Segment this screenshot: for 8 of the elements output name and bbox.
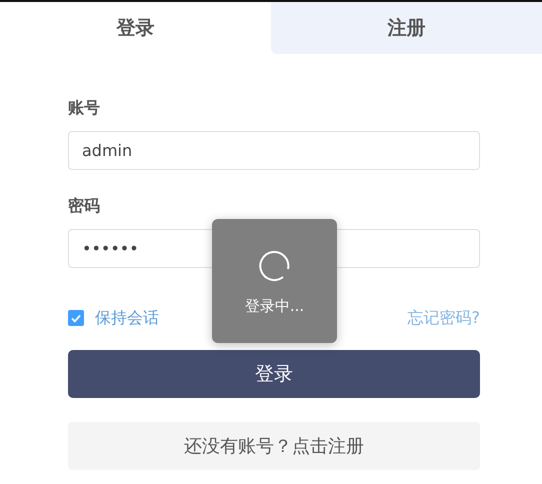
toast-text: 登录中... (244, 296, 304, 316)
login-button[interactable]: 登录 (68, 350, 480, 398)
input-field[interactable]: admin (68, 131, 480, 170)
checkbox[interactable] (68, 310, 84, 326)
tab[interactable]: 注册 (271, 2, 542, 54)
register-button[interactable]: 还没有账号？点击注册 (68, 422, 480, 470)
field-label: 账号 (68, 98, 101, 119)
field-label: 密码 (68, 196, 101, 217)
